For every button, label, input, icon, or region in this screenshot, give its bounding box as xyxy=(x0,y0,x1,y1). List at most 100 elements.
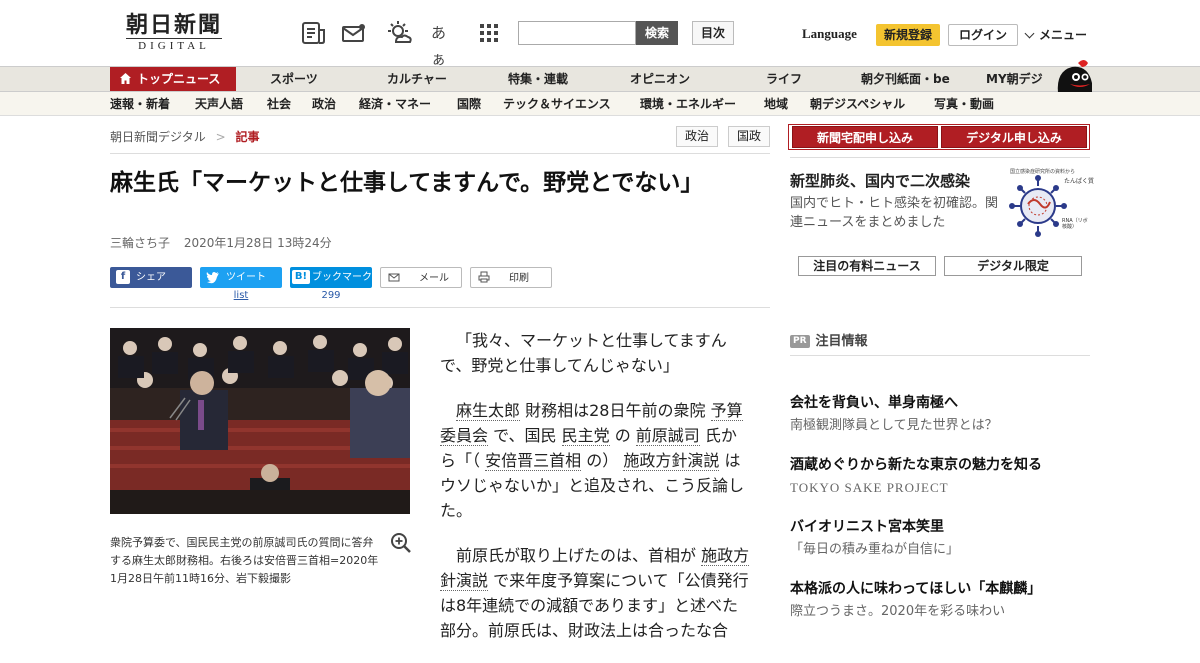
nav2-item-latest[interactable]: 速報・新着 xyxy=(110,92,170,116)
pr-item[interactable]: 酒蔵めぐりから新たな東京の魅力を知る TOKYO SAKE PROJECT xyxy=(790,456,1090,498)
article-photo[interactable] xyxy=(110,328,410,514)
pr-item-subtitle: 南極観測隊員として見た世界とは？ xyxy=(790,418,998,433)
font-size-icon[interactable]: あぁ xyxy=(431,20,457,68)
breadcrumb: 朝日新聞デジタル > 記事 xyxy=(110,128,260,145)
virus-label-protein: たんぱく質 xyxy=(1064,178,1095,185)
author: 三輪さち子 xyxy=(110,236,171,250)
text-span: で、国民 xyxy=(493,426,557,445)
publish-date: 2020年1月28日 13時24分 xyxy=(183,236,332,250)
newspaper-icon[interactable] xyxy=(300,20,326,46)
photo-caption: 衆院予算委で、国民民主党の前原誠司氏の質問に答弁する麻生太郎財務相。右後ろは安倍… xyxy=(110,536,379,585)
promo-text: 国内でヒト・ヒト感染を初確認。関連ニュースをまとめました xyxy=(790,196,999,230)
nav2-item-politics[interactable]: 政治 xyxy=(312,92,336,116)
pr-item-title[interactable]: 酒蔵めぐりから新たな東京の魅力を知る xyxy=(790,456,1090,474)
divider xyxy=(110,307,770,308)
envelope-icon xyxy=(387,271,401,285)
grid-menu-icon[interactable] xyxy=(476,20,502,46)
pr-badge: PR xyxy=(790,335,810,348)
byline: 三輪さち子 2020年1月28日 13時24分 xyxy=(110,234,332,251)
pr-item[interactable]: 本格派の人に味わってほしい「本麒麟」 際立つうまさ。2020年を彩る味わい xyxy=(790,580,1090,622)
site-logo[interactable]: 朝日新聞 DIGITAL xyxy=(118,12,230,54)
link-abe-shinzo[interactable]: 安倍晋三首相 xyxy=(485,451,582,471)
nav2-item-photo-video[interactable]: 写真・動画 xyxy=(934,92,994,116)
login-button[interactable]: ログイン xyxy=(948,24,1018,46)
link-democratic-party[interactable]: 民主党 xyxy=(561,426,610,446)
search-input[interactable] xyxy=(518,21,636,45)
pr-item-title[interactable]: 本格派の人に味わってほしい「本麒麟」 xyxy=(790,580,1090,598)
nav-top-news[interactable]: トップニュース xyxy=(110,67,236,91)
nav-top-news-label: トップニュース xyxy=(137,72,221,86)
nav2-item-tensei[interactable]: 天声人語 xyxy=(195,92,243,116)
article-body: 「我々、マーケットと仕事してますんで、野党と仕事してんじゃない」 麻生太郎 財務… xyxy=(440,328,750,663)
virus-label-rna: RNA（リボ核酸） xyxy=(1062,218,1088,230)
facebook-share-button[interactable]: f シェア xyxy=(110,267,192,288)
tag-national-politics[interactable]: 国政 xyxy=(728,126,770,147)
pr-item[interactable]: バイオリニスト宮本笑里 「毎日の積み重ねが自信に」 xyxy=(790,518,1090,560)
link-aso-taro[interactable]: 麻生太郎 xyxy=(456,401,521,421)
hatena-bookmark-button[interactable]: B! ブックマーク xyxy=(290,267,372,288)
article-title: 麻生氏「マーケットと仕事してますんで。野党とでない」 xyxy=(110,170,704,196)
promo-title[interactable]: 新型肺炎、国内で二次感染 xyxy=(790,170,970,191)
nav-item-sports[interactable]: スポーツ xyxy=(270,67,318,91)
index-button[interactable]: 目次 xyxy=(692,21,734,45)
nav2-item-special[interactable]: 朝デジスペシャル xyxy=(810,92,905,116)
twitter-share-button[interactable]: ツイート xyxy=(200,267,282,288)
tag-politics[interactable]: 政治 xyxy=(676,126,718,147)
link-maehara-seiji[interactable]: 前原誠司 xyxy=(635,426,700,446)
hatena-count[interactable]: 299 xyxy=(290,290,372,301)
breadcrumb-home[interactable]: 朝日新聞デジタル xyxy=(110,130,206,144)
nav-item-culture[interactable]: カルチャー xyxy=(387,67,447,91)
nav-item-paper[interactable]: 朝夕刊紙面・be xyxy=(861,67,950,91)
printer-icon xyxy=(477,271,491,285)
signup-button[interactable]: 新規登録 xyxy=(876,24,940,46)
language-link[interactable]: Language xyxy=(802,26,857,42)
pr-title: 注目情報 xyxy=(815,334,868,349)
pr-item-title[interactable]: 会社を背負い、単身南極へ xyxy=(790,394,1090,412)
divider xyxy=(110,153,770,154)
link-policy-speech[interactable]: 施政方針演説 xyxy=(623,451,720,471)
text-span: の xyxy=(614,426,631,445)
pr-heading: PR 注目情報 xyxy=(790,330,868,349)
nav2-item-economy[interactable]: 経済・マネー xyxy=(359,92,431,116)
mail-share-button[interactable]: メール xyxy=(380,267,462,288)
twitter-icon xyxy=(206,270,220,284)
pr-item-subtitle: 際立つうまさ。2020年を彩る味わい xyxy=(790,604,1006,619)
nav2-item-environment[interactable]: 環境・エネルギー xyxy=(640,92,736,116)
article-paragraph-2: 麻生太郎 財務相は28日午前の衆院 予算委員会 で、国民 民主党 の 前原誠司 … xyxy=(440,398,750,523)
premium-news-button[interactable]: 注目の有料ニュース xyxy=(798,256,936,276)
menu-button[interactable]: メニュー xyxy=(1024,26,1087,43)
nav2-item-tech[interactable]: テック＆サイエンス xyxy=(503,92,611,116)
twitter-count[interactable]: list xyxy=(200,290,282,301)
digital-only-button[interactable]: デジタル限定 xyxy=(944,256,1082,276)
nav-item-opinion[interactable]: オピニオン xyxy=(630,67,690,91)
facebook-icon: f xyxy=(116,270,130,284)
nav-item-life[interactable]: ライフ xyxy=(766,67,802,91)
nav2-item-local[interactable]: 地域 xyxy=(764,92,788,116)
logo-jp: 朝日新聞 xyxy=(125,12,222,38)
pr-item-title[interactable]: バイオリニスト宮本笑里 xyxy=(790,518,1090,536)
nav2-item-world[interactable]: 国際 xyxy=(457,92,481,116)
pr-item[interactable]: 会社を背負い、単身南極へ 南極観測隊員として見た世界とは？ xyxy=(790,394,1090,436)
mail-share-label: メール xyxy=(419,273,449,284)
chevron-down-icon xyxy=(1024,28,1035,39)
secondary-nav: 速報・新着 天声人語 社会 政治 経済・マネー 国際 テック＆サイエンス 環境・… xyxy=(0,92,1200,116)
subscribe-digital-button[interactable]: デジタル申し込み xyxy=(941,126,1087,148)
mail-icon[interactable] xyxy=(341,20,367,46)
zoom-icon[interactable] xyxy=(390,532,412,554)
nav-item-my-asahi[interactable]: MY朝デジ xyxy=(986,67,1043,91)
nav2-item-society[interactable]: 社会 xyxy=(267,92,291,116)
divider xyxy=(790,157,1090,158)
weather-icon[interactable] xyxy=(386,20,412,46)
search-button[interactable]: 検索 xyxy=(636,21,678,45)
pr-item-subtitle: TOKYO SAKE PROJECT xyxy=(790,480,949,495)
print-button[interactable]: 印刷 xyxy=(470,267,552,288)
nav-item-features[interactable]: 特集・連載 xyxy=(508,67,568,91)
breadcrumb-current: 記事 xyxy=(235,130,260,144)
site-header: 朝日新聞 DIGITAL あぁ 検索 目次 Language 新規登録 ログイン… xyxy=(0,0,1200,68)
divider xyxy=(790,355,1090,356)
logo-en: DIGITAL xyxy=(126,38,222,53)
home-icon xyxy=(120,68,131,84)
twitter-share-label: ツイート xyxy=(226,272,266,283)
subscribe-paper-button[interactable]: 新聞宅配申し込み xyxy=(792,126,938,148)
virus-illustration[interactable]: 国立感染症研究所の資料から たんぱく質 RNA（リボ核酸） xyxy=(1008,166,1095,240)
